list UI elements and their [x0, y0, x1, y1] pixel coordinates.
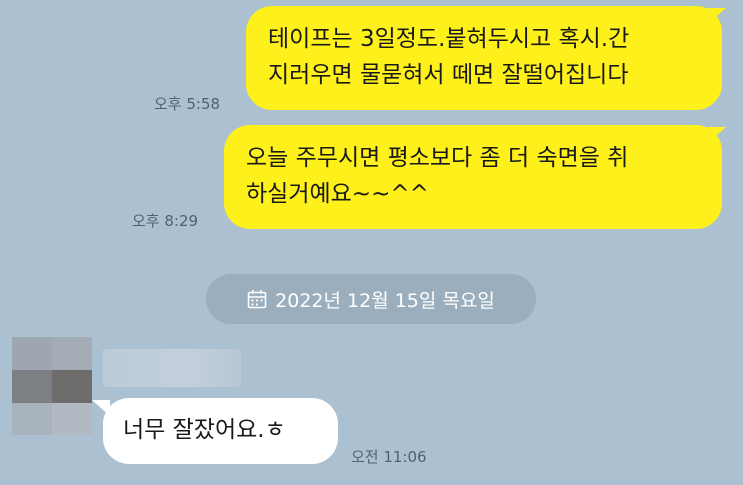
message-text-line: 오늘 주무시면 평소보다 좀 더 숙면을 취: [246, 145, 629, 171]
message-text-line: 지러우면 물묻혀서 떼면 잘떨어집니다: [268, 62, 629, 88]
message-timestamp: 오후 8:29: [132, 212, 199, 230]
message-bubble-outgoing[interactable]: 오늘 주무시면 평소보다 좀 더 숙면을 취 하실거예요~~^^: [224, 125, 722, 229]
calendar-icon: [247, 289, 267, 309]
sender-name: [103, 349, 241, 387]
avatar[interactable]: [12, 337, 92, 435]
date-divider: 2022년 12월 15일 목요일: [206, 274, 536, 324]
message-text-line: 테이프는 3일정도.붙혀두시고 혹시.간: [268, 26, 630, 52]
message-timestamp: 오전 11:06: [351, 448, 427, 466]
bubble-tail: [708, 8, 726, 24]
date-divider-text: 2022년 12월 15일 목요일: [275, 289, 495, 312]
bubble-tail: [92, 400, 110, 416]
message-timestamp: 오후 5:58: [154, 95, 221, 113]
message-bubble-incoming[interactable]: 너무 잘잤어요.ㅎ: [103, 398, 338, 464]
message-text-line: 너무 잘잤어요.ㅎ: [123, 417, 286, 443]
message-bubble-outgoing[interactable]: 테이프는 3일정도.붙혀두시고 혹시.간 지러우면 물묻혀서 떼면 잘떨어집니다: [246, 6, 722, 110]
bubble-tail: [708, 127, 726, 143]
message-text-line: 하실거예요~~^^: [246, 181, 429, 207]
